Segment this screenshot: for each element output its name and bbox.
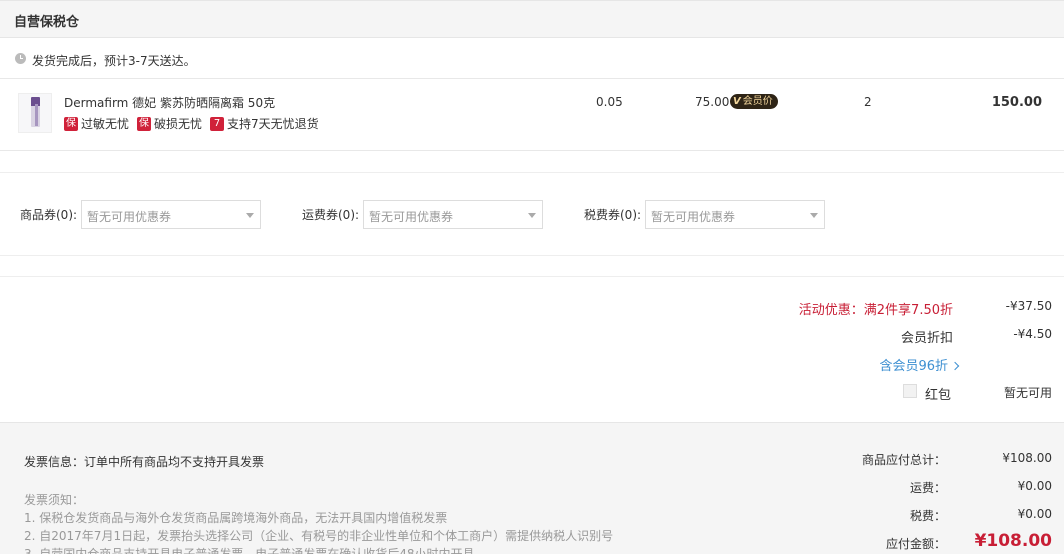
service-tag-label: 支持7天无忧退货 <box>227 117 319 131</box>
line-subtotal: 150.00 <box>991 95 1042 110</box>
promo-discount-value: -¥37.50 <box>1005 299 1052 313</box>
warehouse-header: 自营保税仓 <box>0 0 1064 38</box>
service-tag-label: 破损无忧 <box>154 117 203 131</box>
member-discount-link[interactable]: 含会员96折 <box>879 355 960 374</box>
shipping-coupon-select[interactable]: 暂无可用优惠券 <box>363 200 544 229</box>
invoice-note: 3. 自营国内仓商品支持开具电子普通发票，电子普通发票在确认收货后48小时内开具 <box>24 547 475 554</box>
unit-price: 75.00 <box>695 95 730 109</box>
tax-coupon-select[interactable]: 暂无可用优惠券 <box>645 200 826 229</box>
member-discount-link-label: 含会员96折 <box>879 359 948 374</box>
tax-value: ¥0.00 <box>1017 507 1052 521</box>
service-tag-return: 7 支持7天无忧退货 <box>210 115 319 132</box>
goods-total-value: ¥108.00 <box>1002 451 1052 465</box>
goods-total-label: 商品应付总计： <box>861 453 946 467</box>
invoice-and-total-panel: 发票信息：订单中所有商品均不支持开具发票 发票须知： 1. 保税仓发货商品与海外… <box>0 422 1064 554</box>
product-name-link[interactable]: Dermafirm 德妃 紫苏防晒隔离霜 50克 <box>64 94 275 111</box>
delivery-estimate: 发货完成后，预计3-7天送达。 <box>32 54 196 68</box>
member-discount-label: 会员折扣 <box>900 331 953 346</box>
service-tag-allergy: 保 过敏无忧 <box>64 115 129 132</box>
invoice-note: 1. 保税仓发货商品与海外仓发货商品属跨境海外商品，无法开具国内增值税发票 <box>24 511 448 525</box>
chevron-down-icon <box>246 213 255 218</box>
tax-label: 税费： <box>909 509 946 523</box>
clock-icon <box>15 53 26 64</box>
payable-total-value: ¥108.00 <box>974 531 1052 551</box>
redpacket-label: 红包 <box>925 388 952 403</box>
shipping-coupon-label: 运费券(0): <box>302 208 360 222</box>
service-tags: 保 过敏无忧 保 破损无忧 7 支持7天无忧退货 <box>64 115 327 132</box>
goods-coupon-placeholder: 暂无可用优惠券 <box>87 210 172 224</box>
tax-coupon-placeholder: 暂无可用优惠券 <box>651 210 736 224</box>
vip-badge-label: 会员价 <box>742 96 773 107</box>
goods-coupon-label: 商品券(0): <box>20 208 78 222</box>
quantity: 2 <box>864 95 872 109</box>
warehouse-title: 自营保税仓 <box>14 15 80 30</box>
coupon-row: 商品券(0): 暂无可用优惠券 运费券(0): 暂无可用优惠券 税费券(0): … <box>0 172 1064 256</box>
member-discount-value: -¥4.50 <box>1013 327 1052 341</box>
vip-price-badge: V 会员价 <box>730 94 778 109</box>
service-tag-damage: 保 破损无忧 <box>137 115 202 132</box>
redpacket-value: 暂无可用 <box>1003 386 1052 400</box>
discount-summary: 活动优惠：满2件享7.50折 -¥37.50 会员折扣 -¥4.50 含会员96… <box>0 276 1064 422</box>
invoice-info: 发票信息：订单中所有商品均不支持开具发票 <box>24 455 265 469</box>
shipping-label: 运费： <box>909 481 946 495</box>
chevron-down-icon <box>810 213 819 218</box>
shield-badge-icon: 保 <box>64 116 78 131</box>
goods-coupon-group: 商品券(0): 暂无可用优惠券 <box>20 200 262 229</box>
service-tag-label: 过敏无忧 <box>81 117 130 131</box>
chevron-down-icon <box>528 213 537 218</box>
shield-badge-icon: 保 <box>137 116 152 131</box>
goods-coupon-select[interactable]: 暂无可用优惠券 <box>81 200 262 229</box>
vip-v-icon: V <box>733 96 741 107</box>
chevron-right-icon <box>950 361 960 371</box>
product-thumbnail[interactable] <box>18 93 52 133</box>
promo-discount-label: 活动优惠：满2件享7.50折 <box>798 303 953 318</box>
product-image-detail <box>35 104 38 126</box>
shipping-coupon-placeholder: 暂无可用优惠券 <box>369 210 454 224</box>
unit-tax: 0.05 <box>596 95 623 109</box>
delivery-row: 发货完成后，预计3-7天送达。 <box>0 38 1064 79</box>
invoice-notes-title: 发票须知： <box>24 493 85 507</box>
seven-day-badge-icon: 7 <box>210 116 225 131</box>
tax-coupon-label: 税费券(0): <box>584 208 642 222</box>
redpacket-checkbox[interactable] <box>903 384 917 398</box>
tax-coupon-group: 税费券(0): 暂无可用优惠券 <box>584 200 826 229</box>
invoice-note: 2. 自2017年7月1日起，发票抬头选择公司（企业、有税号的非企业性单位和个体… <box>24 529 614 543</box>
shipping-value: ¥0.00 <box>1017 479 1052 493</box>
payable-total-label: 应付金额： <box>885 537 946 551</box>
product-row: Dermafirm 德妃 紫苏防晒隔离霜 50克 保 过敏无忧 保 破损无忧 7… <box>0 79 1064 151</box>
shipping-coupon-group: 运费券(0): 暂无可用优惠券 <box>302 200 544 229</box>
